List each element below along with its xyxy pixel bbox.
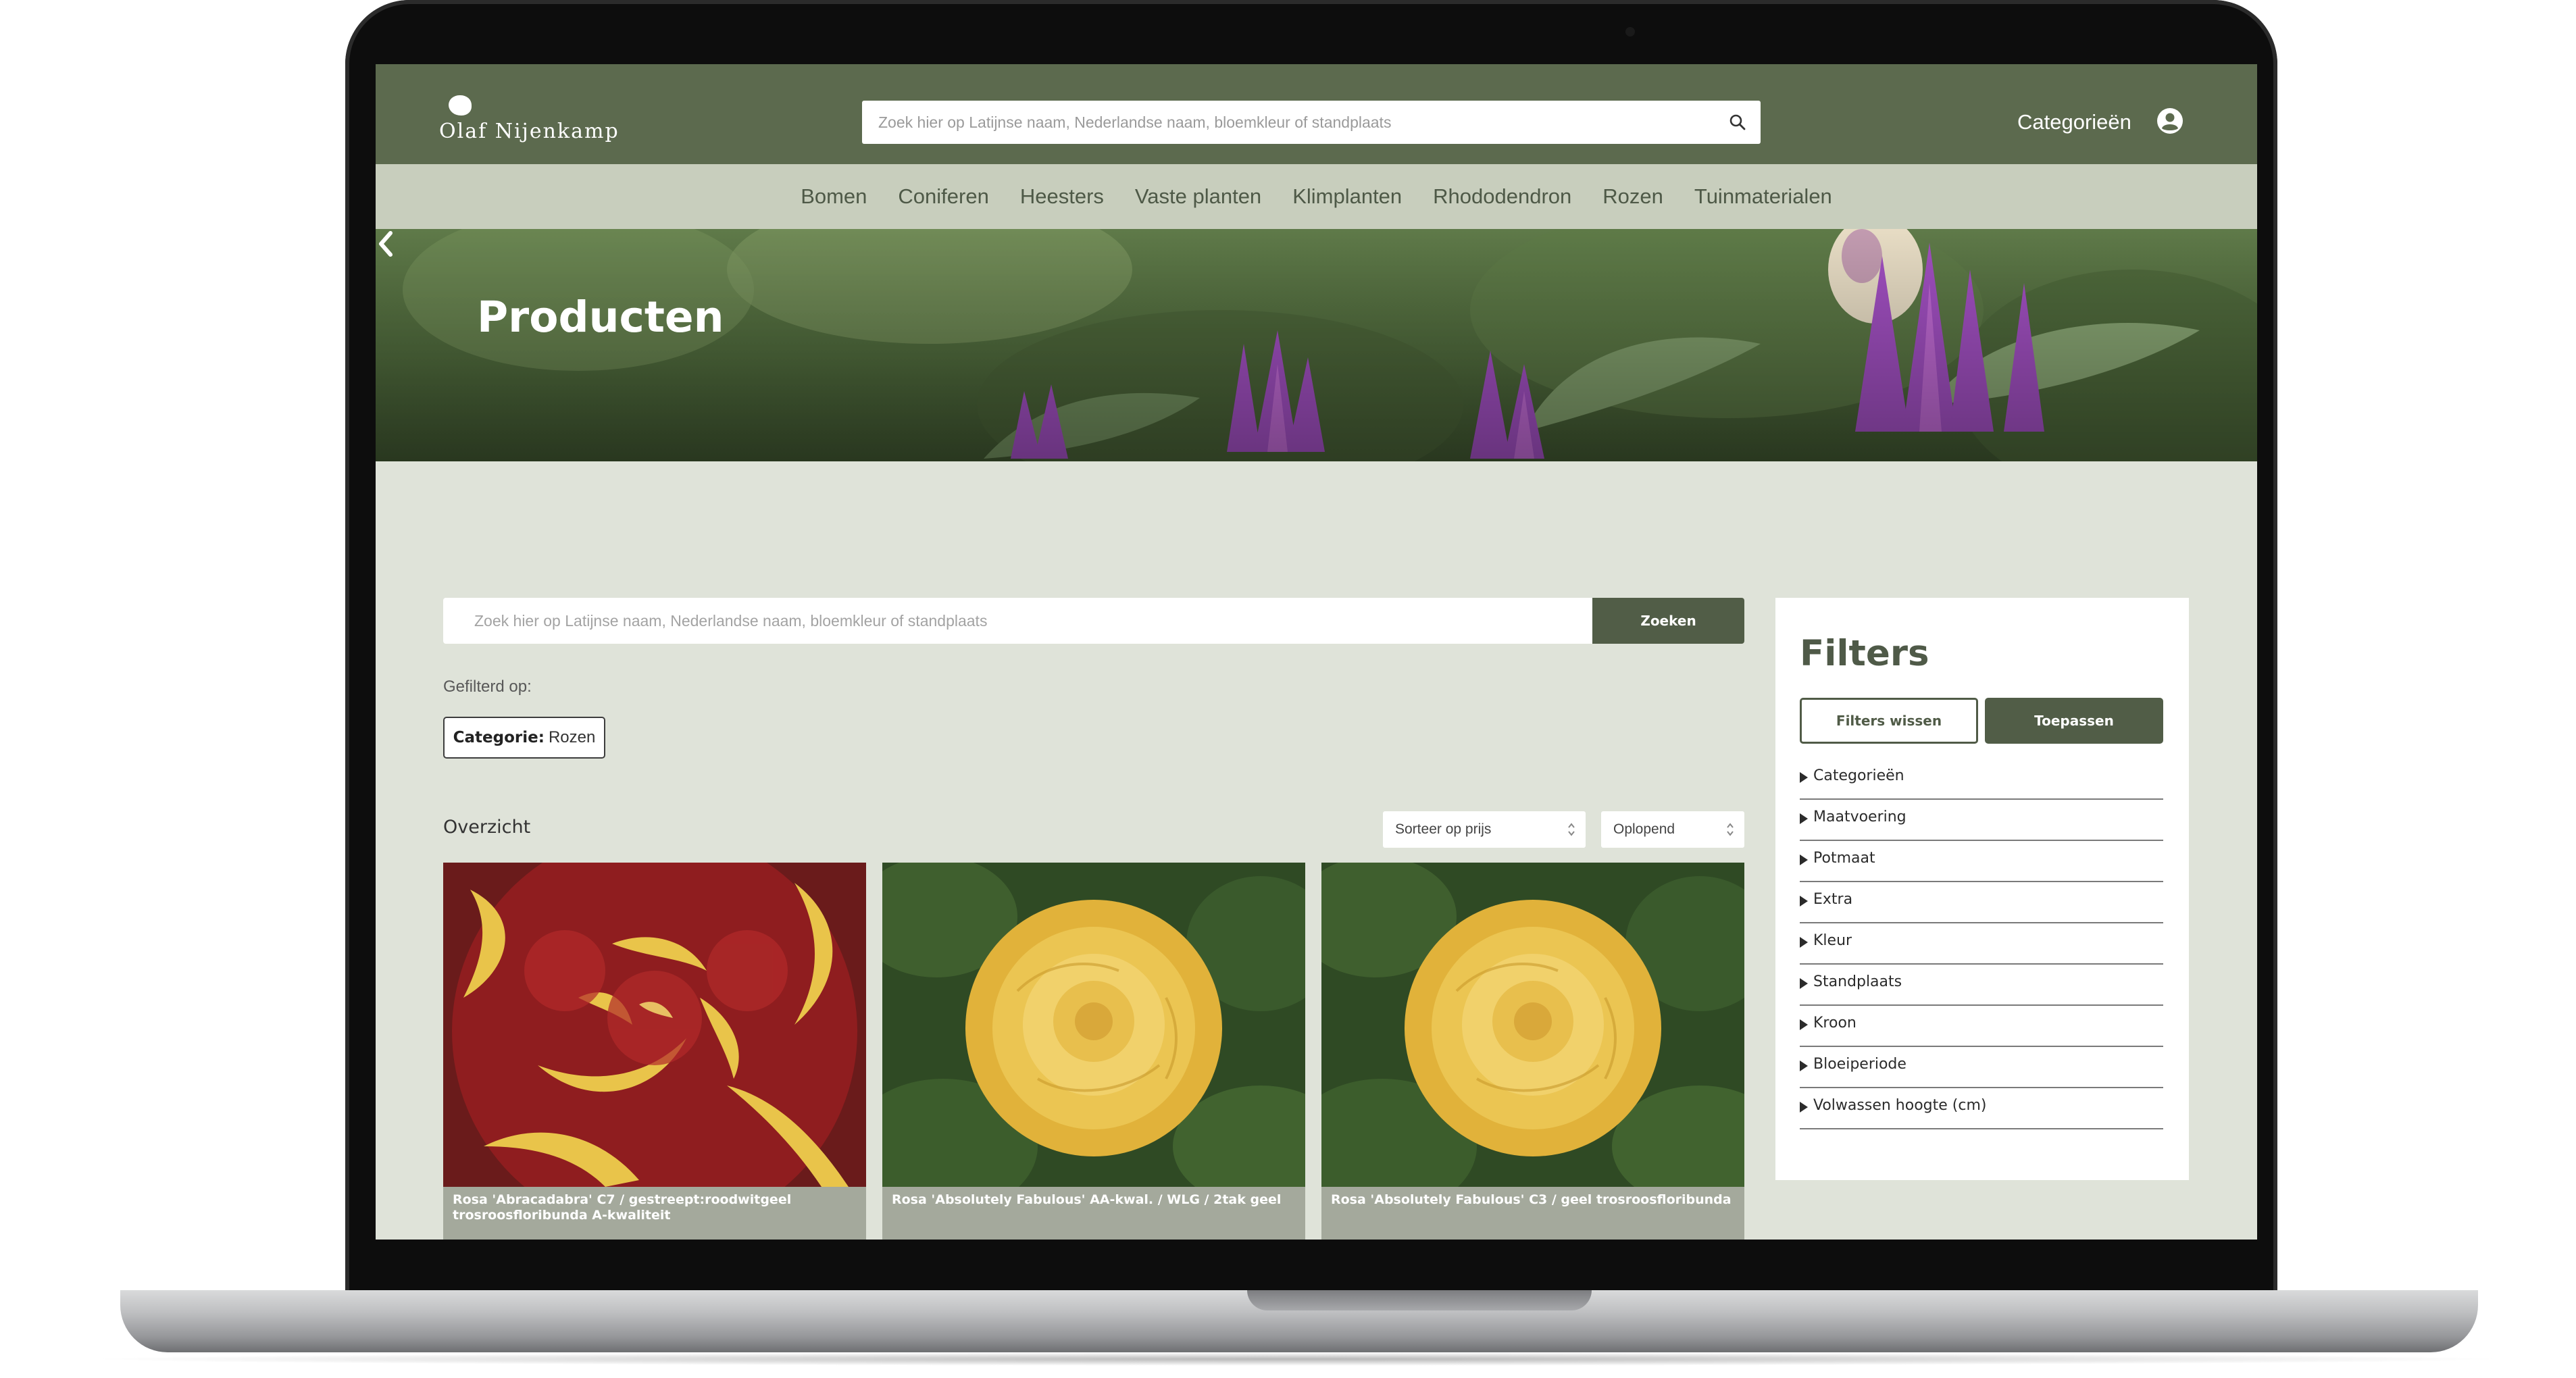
filtered-on-label: Gefilterd op:: [443, 678, 532, 696]
overview-heading: Overzicht: [443, 817, 531, 838]
filter-group-kleur[interactable]: Kleur: [1800, 923, 2163, 965]
account-icon[interactable]: [2156, 107, 2183, 134]
header-search-box: [862, 101, 1761, 144]
laptop-notch: [1247, 1290, 1592, 1310]
expand-triangle-icon: [1800, 772, 1808, 783]
filter-group-label: Volwassen hoogte (cm): [1813, 1097, 1987, 1114]
expand-triangle-icon: [1800, 978, 1808, 989]
nav-item-rozen[interactable]: Rozen: [1587, 184, 1679, 209]
product-card[interactable]: Rosa 'Abracadabra' C7 / gestreept:roodwi…: [443, 863, 866, 1240]
filter-group-kroon[interactable]: Kroon: [1800, 1006, 2163, 1047]
product-name: Rosa 'Absolutely Fabulous' C3 / geel tro…: [1331, 1192, 1732, 1207]
product-name: Rosa 'Absolutely Fabulous' AA-kwal. / WL…: [892, 1192, 1282, 1207]
expand-triangle-icon: [1800, 937, 1808, 948]
page-title: Producten: [477, 292, 724, 342]
filter-group-categorieen[interactable]: Categorieën: [1800, 759, 2163, 800]
apply-filters-button[interactable]: Toepassen: [1985, 698, 2163, 744]
category-nav: Bomen Coniferen Heesters Vaste planten K…: [376, 164, 2257, 229]
product-image-rose-yellow: [882, 863, 1305, 1187]
filter-group-volwassen-hoogte[interactable]: Volwassen hoogte (cm): [1800, 1088, 2163, 1129]
sort-select-value: Sorteer op prijs: [1395, 821, 1492, 837]
clear-filters-button[interactable]: Filters wissen: [1800, 698, 1978, 744]
filter-group-label: Extra: [1813, 891, 1853, 908]
laptop-shadow: [81, 1352, 2513, 1366]
categories-menu-link[interactable]: Categorieën: [2017, 110, 2131, 134]
filter-group-label: Standplaats: [1813, 973, 1902, 990]
filter-group-label: Kleur: [1813, 932, 1852, 949]
expand-triangle-icon: [1800, 813, 1808, 824]
expand-triangle-icon: [1800, 1061, 1808, 1071]
order-select[interactable]: Oplopend: [1601, 811, 1744, 848]
filter-group-label: Kroon: [1813, 1015, 1857, 1031]
filters-title: Filters: [1800, 633, 1929, 674]
filter-group-bloeiperiode[interactable]: Bloeiperiode: [1800, 1047, 2163, 1088]
nav-item-bomen[interactable]: Bomen: [785, 184, 882, 209]
search-button[interactable]: Zoeken: [1592, 598, 1744, 644]
order-select-value: Oplopend: [1613, 821, 1675, 837]
nav-item-klimplanten[interactable]: Klimplanten: [1277, 184, 1417, 209]
laptop-base: [120, 1290, 2478, 1352]
product-image-rose-yellow: [1321, 863, 1744, 1187]
chip-key: Categorie:: [453, 729, 545, 746]
nav-item-vaste-planten[interactable]: Vaste planten: [1119, 184, 1277, 209]
active-filter-chip[interactable]: Categorie: Rozen: [443, 717, 605, 759]
back-chevron-icon[interactable]: [376, 229, 395, 259]
filter-group-potmaat[interactable]: Potmaat: [1800, 841, 2163, 882]
browser-viewport: Olaf Nijenkamp Categorieën Bomen Conifer…: [376, 64, 2257, 1240]
product-name: Rosa 'Abracadabra' C7 / gestreept:roodwi…: [453, 1192, 792, 1223]
filter-group-standplaats[interactable]: Standplaats: [1800, 965, 2163, 1006]
filter-group-label: Potmaat: [1813, 850, 1875, 867]
hero-image: [376, 229, 2257, 461]
filter-group-label: Categorieën: [1813, 767, 1904, 784]
nav-item-rhododendron[interactable]: Rhododendron: [1417, 184, 1587, 209]
logo-text: Olaf Nijenkamp: [439, 120, 620, 143]
nav-item-coniferen[interactable]: Coniferen: [882, 184, 1004, 209]
site-header: Olaf Nijenkamp Categorieën: [376, 64, 2257, 164]
expand-triangle-icon: [1800, 854, 1808, 865]
product-search-input[interactable]: [474, 598, 1582, 644]
hero-banner: Producten: [376, 229, 2257, 461]
product-card[interactable]: Rosa 'Absolutely Fabulous' AA-kwal. / WL…: [882, 863, 1305, 1240]
expand-triangle-icon: [1800, 1102, 1808, 1113]
product-image-rose-striped: [443, 863, 866, 1187]
chip-value: Rozen: [548, 728, 596, 746]
select-arrows-icon: [1727, 823, 1734, 836]
expand-triangle-icon: [1800, 896, 1808, 907]
product-search-bar: Zoeken: [443, 598, 1744, 644]
filter-group-extra[interactable]: Extra: [1800, 882, 2163, 923]
logo-leaf-icon: [449, 95, 472, 116]
expand-triangle-icon: [1800, 1019, 1808, 1030]
filter-group-label: Bloeiperiode: [1813, 1056, 1906, 1073]
search-icon[interactable]: [1728, 113, 1747, 132]
nav-item-tuinmaterialen[interactable]: Tuinmaterialen: [1679, 184, 1848, 209]
header-search-input[interactable]: [878, 101, 1709, 144]
nav-item-heesters[interactable]: Heesters: [1005, 184, 1119, 209]
filter-group-label: Maatvoering: [1813, 809, 1906, 825]
filter-group-maatvoering[interactable]: Maatvoering: [1800, 800, 2163, 841]
select-arrows-icon: [1568, 823, 1575, 836]
sort-select[interactable]: Sorteer op prijs: [1383, 811, 1586, 848]
filter-panel: Filters Filters wissen Toepassen Categor…: [1775, 598, 2189, 1180]
product-card[interactable]: Rosa 'Absolutely Fabulous' C3 / geel tro…: [1321, 863, 1744, 1240]
camera-icon: [1625, 27, 1635, 36]
